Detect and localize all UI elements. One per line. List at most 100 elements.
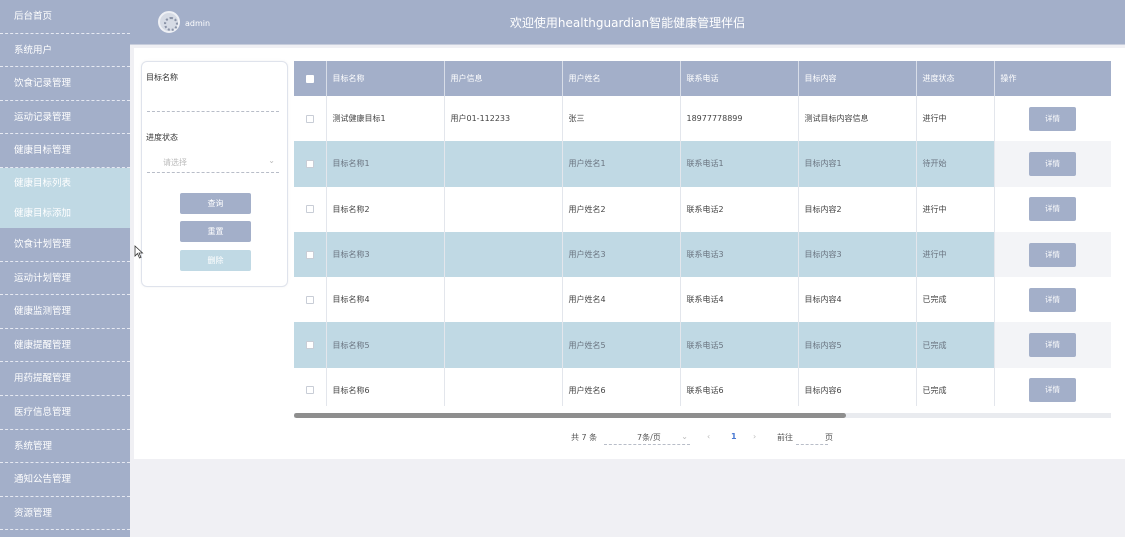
cell-goal-content: 测试目标内容信息 [798, 96, 917, 142]
detail-button[interactable]: 详情 [1029, 333, 1076, 358]
table-row: 测试健康目标1 用户01-112233 张三 18977778899 测试目标内… [294, 96, 1111, 142]
cell-goal-name: 目标名称3 [326, 231, 445, 278]
horizontal-scrollbar[interactable] [294, 413, 1111, 418]
table-row: 目标名称4 用户姓名4 联系电话4 目标内容4 已完成 详情 [294, 277, 1111, 323]
cell-phone: 联系电话6 [680, 367, 799, 406]
cell-progress-status: 已完成 [916, 367, 995, 406]
row-checkbox[interactable] [294, 322, 327, 368]
sidebar-item-diet-plans[interactable]: 饮食计划管理 [0, 228, 130, 262]
cell-actions: 详情 [994, 322, 1111, 368]
cell-goal-content: 目标内容5 [798, 322, 917, 368]
row-checkbox[interactable] [294, 96, 327, 142]
goal-name-input[interactable] [147, 111, 279, 112]
sidebar-item-resources[interactable]: 资源管理 [0, 497, 130, 531]
table-row: 目标名称5 用户姓名5 联系电话5 目标内容5 已完成 详情 [294, 322, 1111, 368]
cell-goal-content: 目标内容4 [798, 277, 917, 323]
status-select-underline [147, 172, 279, 173]
sidebar-item-medical-info[interactable]: 医疗信息管理 [0, 396, 130, 430]
table-row: 目标名称3 用户姓名3 联系电话3 目标内容3 进行中 详情 [294, 231, 1111, 278]
cell-user-name: 用户姓名1 [562, 141, 681, 187]
cell-phone: 联系电话1 [680, 141, 799, 187]
sidebar-item-system-management[interactable]: 系统管理 [0, 430, 130, 464]
goal-table: 目标名称 用户信息 用户姓名 联系电话 目标内容 进度状态 操作 测试健康目标1… [294, 61, 1111, 406]
cell-user-name: 用户姓名5 [562, 322, 681, 368]
page-size-select[interactable]: 7条/页 ⌄ [604, 432, 690, 445]
select-all-checkbox[interactable] [294, 61, 327, 96]
goal-name-label: 目标名称 [146, 73, 178, 82]
sidebar-item-health-monitoring[interactable]: 健康监测管理 [0, 295, 130, 329]
status-select-placeholder: 请选择 [163, 158, 187, 167]
goto-page-input[interactable] [796, 432, 828, 445]
cell-goal-content: 目标内容6 [798, 367, 917, 406]
cell-user-info [444, 231, 563, 278]
sidebar-item-health-goal-add[interactable]: 健康目标添加 [0, 198, 130, 228]
sidebar: 后台首页 系统用户 饮食记录管理 运动记录管理 健康目标管理 健康目标列表 健康… [0, 0, 130, 537]
next-page-button[interactable]: › [753, 432, 756, 441]
cell-progress-status: 进行中 [916, 186, 995, 232]
sidebar-item-health-goals[interactable]: 健康目标管理 [0, 134, 130, 168]
cell-goal-content: 目标内容1 [798, 141, 917, 187]
detail-button[interactable]: 详情 [1029, 242, 1076, 267]
row-checkbox[interactable] [294, 141, 327, 187]
cell-user-info [444, 141, 563, 187]
row-checkbox[interactable] [294, 367, 327, 406]
row-checkbox[interactable] [294, 277, 327, 323]
detail-button[interactable]: 详情 [1029, 197, 1076, 222]
cell-goal-name: 目标名称1 [326, 141, 445, 187]
column-header-progress-status[interactable]: 进度状态 [916, 61, 995, 96]
cell-goal-name: 目标名称6 [326, 367, 445, 406]
cell-progress-status: 进行中 [916, 231, 995, 278]
cell-progress-status: 已完成 [916, 277, 995, 323]
top-header: admin 欢迎使用healthguardian智能健康管理伴侣 [130, 0, 1125, 45]
page-unit-label: 页 [825, 433, 833, 442]
detail-button[interactable]: 详情 [1029, 106, 1076, 131]
column-header-phone[interactable]: 联系电话 [680, 61, 799, 96]
cell-phone: 联系电话5 [680, 322, 799, 368]
column-header-user-info[interactable]: 用户信息 [444, 61, 563, 96]
sidebar-item-system-users[interactable]: 系统用户 [0, 34, 130, 68]
sidebar-item-health-goal-list[interactable]: 健康目标列表 [0, 167, 130, 199]
row-checkbox[interactable] [294, 231, 327, 278]
cell-user-info [444, 322, 563, 368]
sidebar-item-health-reminders[interactable]: 健康提醒管理 [0, 329, 130, 363]
search-panel: 目标名称 进度状态 请选择 ⌄ 查询 重置 删除 [141, 61, 288, 287]
cell-progress-status: 进行中 [916, 96, 995, 142]
table-row: 目标名称1 用户姓名1 联系电话1 目标内容1 待开始 详情 [294, 141, 1111, 187]
cell-progress-status: 待开始 [916, 141, 995, 187]
query-button[interactable]: 查询 [180, 193, 251, 214]
cell-goal-content: 目标内容2 [798, 186, 917, 232]
sidebar-item-home[interactable]: 后台首页 [0, 0, 130, 34]
cell-user-info [444, 186, 563, 232]
column-header-goal-content[interactable]: 目标内容 [798, 61, 917, 96]
detail-button[interactable]: 详情 [1029, 151, 1076, 176]
current-page[interactable]: 1 [731, 432, 737, 441]
reset-button[interactable]: 重置 [180, 221, 251, 242]
detail-button[interactable]: 详情 [1029, 378, 1076, 403]
cell-phone: 18977778899 [680, 96, 799, 142]
cell-user-info: 用户01-112233 [444, 96, 563, 142]
cell-goal-name: 目标名称4 [326, 277, 445, 323]
cell-user-name: 用户姓名3 [562, 231, 681, 278]
table-row: 目标名称6 用户姓名6 联系电话6 目标内容6 已完成 详情 [294, 367, 1111, 406]
prev-page-button[interactable]: ‹ [707, 432, 710, 441]
row-checkbox[interactable] [294, 186, 327, 232]
column-header-goal-name[interactable]: 目标名称 [326, 61, 445, 96]
sidebar-item-exercise-records[interactable]: 运动记录管理 [0, 101, 130, 135]
sidebar-item-diet-records[interactable]: 饮食记录管理 [0, 67, 130, 101]
scrollbar-thumb[interactable] [294, 413, 846, 418]
cell-user-name: 用户姓名2 [562, 186, 681, 232]
sidebar-item-medication-reminders[interactable]: 用药提醒管理 [0, 362, 130, 396]
total-count: 共 7 条 [571, 433, 598, 442]
sidebar-item-notices[interactable]: 通知公告管理 [0, 463, 130, 497]
progress-status-select[interactable]: 请选择 ⌄ [163, 156, 275, 168]
delete-button[interactable]: 删除 [180, 250, 251, 271]
cell-goal-name: 测试健康目标1 [326, 96, 445, 142]
cell-user-name: 用户姓名4 [562, 277, 681, 323]
detail-button[interactable]: 详情 [1029, 287, 1076, 312]
sidebar-item-exercise-plans[interactable]: 运动计划管理 [0, 262, 130, 296]
cell-goal-name: 目标名称2 [326, 186, 445, 232]
column-header-user-name[interactable]: 用户姓名 [562, 61, 681, 96]
page-title: 欢迎使用healthguardian智能健康管理伴侣 [509, 16, 746, 30]
goto-label: 前往 [777, 433, 793, 442]
cell-phone: 联系电话3 [680, 231, 799, 278]
